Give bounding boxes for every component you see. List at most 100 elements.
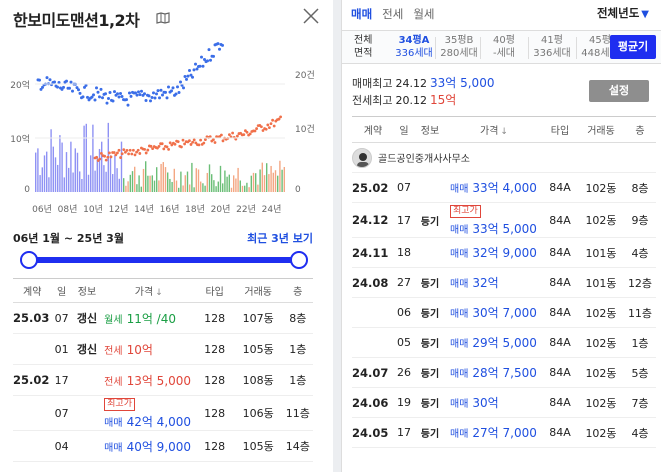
tab-1[interactable]: 전세	[382, 7, 403, 21]
table-row[interactable]: 25.03 07 갱신 월세 11억 /40 128 107동 8층	[13, 302, 313, 334]
volume-bar	[57, 164, 59, 192]
row-price-cell: 매매 30억 7,000	[446, 297, 542, 328]
map-icon[interactable]	[156, 12, 170, 24]
jeonse-point	[167, 147, 171, 151]
volume-bar	[189, 184, 191, 192]
row-day: 06	[394, 297, 414, 328]
row-price-cell: 매매 32억 9,000	[446, 237, 542, 268]
row-date: 24.12	[352, 202, 394, 238]
volume-bar	[283, 166, 285, 192]
slider-handle-start[interactable]	[20, 251, 38, 269]
table-row[interactable]: 01 갱신 전세 10억 128 105동 1층	[13, 333, 313, 365]
table-row[interactable]: 24.11 18 매매 32억 9,000 84A 101동 4층	[352, 237, 656, 268]
size-option[interactable]: 41평 336세대	[530, 34, 574, 60]
header-5: 거래동	[578, 116, 624, 143]
jeonse-point	[253, 129, 257, 133]
row-kind: 매매	[104, 442, 123, 454]
size-option[interactable]: 40평 -세대	[482, 34, 526, 60]
volume-bar	[217, 181, 219, 192]
row-dong: 102동	[578, 202, 624, 238]
size-option[interactable]: 35평B 280세대	[437, 34, 481, 60]
row-date: 25.03	[13, 302, 52, 334]
table-row[interactable]: 24.07 26 등기 매매 28억 7,500 84A 102동 5층	[352, 357, 656, 388]
recent-3y-button[interactable]: 최근 3년 보기	[247, 230, 313, 246]
row-info: 등기	[414, 327, 446, 358]
sale-point	[194, 62, 197, 66]
y-right-tick: 20건	[295, 70, 315, 81]
left-panel: 한보미도맨션1,2차 20억 10억 0 20건 10건 0 06년 08년 10년 12년 14년…	[0, 0, 333, 472]
row-date	[13, 430, 52, 462]
volume-bar	[79, 171, 81, 192]
table-row[interactable]: 04 매매 40억 9,000 128 105동 14층	[13, 430, 313, 462]
volume-bar	[103, 165, 105, 192]
table-row[interactable]: 24.08 27 등기 매매 32억 84A 101동 12층	[352, 267, 656, 298]
table-row[interactable]: 07 최고가 매매 42억 4,000 128 106동 11층	[13, 395, 313, 431]
volume-bar	[175, 180, 178, 192]
volume-bar	[160, 163, 162, 192]
table-row[interactable]: 24.12 17 등기 최고가 매매 33억 5,000 84A 102동 9층	[352, 202, 656, 238]
row-info	[71, 395, 103, 431]
volume-bar	[241, 185, 244, 192]
table-row[interactable]: 24.05 17 등기 매매 27억 7,000 84A 102동 4층	[352, 417, 656, 448]
sale-point	[206, 59, 209, 63]
volume-bar	[208, 164, 211, 192]
x-tick: 16년	[160, 204, 180, 215]
row-dong: 105동	[233, 430, 283, 462]
row-day: 18	[394, 237, 414, 268]
max-jeonse-date: 20.12	[395, 94, 427, 107]
record-high-badge: 최고가	[450, 205, 481, 218]
row-type: 84A	[542, 417, 578, 448]
table-row[interactable]: 06 등기 매매 30억 7,000 84A 102동 11층	[352, 297, 656, 328]
period-slider[interactable]	[20, 251, 308, 269]
size-option-units: -세대	[492, 48, 515, 59]
volume-bar	[162, 162, 164, 192]
tab-0[interactable]: 매매	[351, 7, 372, 21]
table-row[interactable]: 24.06 19 등기 매매 30억 84A 102동 7층	[352, 387, 656, 418]
volume-bar	[153, 180, 156, 192]
sale-point	[209, 58, 212, 62]
volume-bar	[147, 175, 149, 192]
jeonse-point	[264, 127, 268, 131]
size-option[interactable]: 34평A 336세대	[392, 34, 436, 60]
agent-row[interactable]: 골드공인중개사사무소	[352, 142, 656, 173]
volume-bar	[76, 152, 79, 192]
sale-point	[147, 94, 151, 98]
sale-point	[129, 94, 133, 98]
volume-bar	[224, 170, 226, 192]
sale-point	[179, 80, 182, 84]
jeonse-point	[266, 123, 270, 127]
table-row[interactable]: 25.02 07 매매 33억 4,000 84A 102동 8층	[352, 172, 656, 203]
volume-bar	[46, 151, 48, 192]
row-info	[414, 172, 446, 203]
header-3[interactable]: 가격 ↓	[446, 116, 542, 143]
table-row[interactable]: 25.02 17 전세 13억 5,000 128 108동 1층	[13, 364, 313, 396]
max-jeonse-label: 전세최고	[352, 94, 393, 107]
settings-button[interactable]: 설정	[589, 80, 649, 102]
header-3[interactable]: 가격 ↓	[102, 278, 196, 303]
volume-bar	[180, 171, 182, 192]
sale-point	[164, 90, 167, 94]
tab-2[interactable]: 월세	[413, 7, 434, 21]
volume-bar	[235, 178, 237, 192]
row-day: 04	[51, 430, 72, 462]
max-sale-row: 매매최고 24.12 33억 5,000	[352, 74, 494, 91]
jeonse-point	[180, 145, 183, 149]
slider-handle-end[interactable]	[290, 251, 308, 269]
jeonse-point	[245, 130, 249, 134]
table-row[interactable]: 05 등기 매매 29억 5,000 84A 102동 1층	[352, 327, 656, 358]
y-left-tick: 20억	[10, 79, 30, 91]
header-1: 일	[394, 116, 414, 143]
year-select[interactable]: 전체년도 ▼	[597, 5, 649, 21]
close-icon[interactable]	[301, 6, 321, 26]
x-tick: 10년	[83, 204, 103, 215]
price-history-chart[interactable]: 20억10억020건10건006년 08년 10년 12년 14년 16년 18년 20년 22…	[0, 30, 333, 220]
row-floor: 1층	[624, 327, 656, 358]
volume-bar	[171, 181, 173, 192]
jeonse-point	[160, 142, 164, 146]
sale-point	[68, 86, 71, 90]
volume-bar	[136, 184, 138, 192]
average-button[interactable]: 평균기	[610, 35, 656, 59]
row-day: 27	[394, 267, 414, 298]
row-price: 30억 7,000	[472, 306, 537, 320]
volume-bar	[164, 167, 167, 192]
